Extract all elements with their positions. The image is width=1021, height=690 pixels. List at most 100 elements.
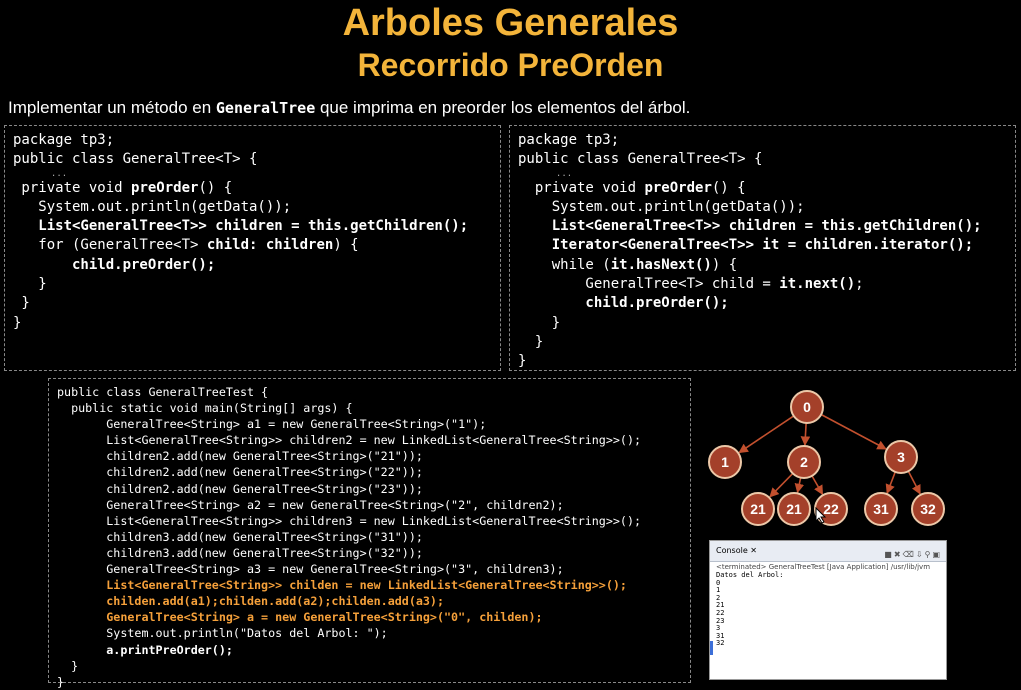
tree-node-label: 21 (786, 501, 802, 517)
code-token: preOrder (644, 179, 712, 196)
scroll-lock-icon[interactable]: ⇩ (916, 550, 925, 559)
code-token: it.hasNext() (610, 256, 712, 273)
code-token: while ( (518, 256, 611, 273)
code-block-for-loop: package tp3; public class GeneralTree<T> … (4, 125, 501, 371)
console-output: Datos del Arbol: 0 1 2 21 22 23 3 31 32 (710, 571, 946, 648)
instruction-after: que imprima en preorder los elementos de… (315, 98, 691, 117)
code-token: private void (518, 179, 645, 196)
code-line: a.printPreOrder(); (57, 642, 233, 657)
code-line: List<GeneralTree<String>> children2 = ne… (57, 433, 642, 448)
tree-node: 31 (864, 492, 898, 526)
instruction-text: Implementar un método en GeneralTree que… (8, 96, 690, 120)
code-token: preOrder (131, 179, 199, 196)
tree-node: 21 (777, 492, 811, 526)
code-line: List<GeneralTree<T>> children = this.get… (518, 218, 982, 235)
tree-edge (811, 475, 824, 496)
tree-node-label: 32 (920, 501, 936, 517)
tree-node: 0 (790, 390, 824, 424)
code-line: } (518, 333, 544, 350)
code-line: GeneralTree<String> a1 = new GeneralTree… (57, 417, 487, 432)
console-scroll-marker (710, 641, 713, 655)
code-line: package tp3; (13, 132, 115, 148)
code-token: GeneralTree<T> child = (518, 276, 780, 293)
code-token: private void (13, 179, 132, 196)
code-line: children3.add(new GeneralTree<String>("3… (57, 529, 423, 544)
code-line: while (it.hasNext()) { (518, 256, 982, 275)
code-line: private void preOrder() { (13, 179, 468, 198)
code-line: List<GeneralTree<String>> children3 = ne… (57, 513, 642, 528)
code-line: System.out.println(getData()); (518, 198, 805, 215)
console-toolbar: ■✖⌫⇩⚲▣ (884, 545, 942, 565)
code-line: public class GeneralTree<T> { (518, 151, 763, 168)
tree-edge (794, 477, 805, 494)
code-line: ... (518, 168, 573, 179)
code-line: } (518, 353, 527, 370)
tree-node-label: 21 (750, 501, 766, 517)
console-output-line: 22 (716, 608, 725, 617)
code-line: GeneralTree<String> a3 = new GeneralTree… (57, 562, 564, 577)
code-line: for (GeneralTree<T> child: children) { (13, 236, 468, 255)
code-line: ... (13, 168, 68, 179)
console-output-line: Datos del Arbol: (716, 571, 784, 579)
tree-edge (738, 415, 795, 454)
console-output-line: 31 (716, 631, 725, 640)
tree-node-label: 0 (803, 399, 811, 415)
code-line: } (13, 314, 22, 331)
code-line: childen.add(a1);childen.add(a2);childen.… (57, 594, 445, 609)
tree-node: 32 (911, 492, 945, 526)
slide-title: Arboles Generales (342, 2, 679, 44)
code-line: GeneralTree<String> a2 = new GeneralTree… (57, 497, 564, 512)
clear-icon[interactable]: ⌫ (903, 550, 916, 559)
instruction-before: Implementar un método en (8, 98, 216, 117)
remove-icon[interactable]: ✖ (894, 550, 903, 559)
slide-subtitle: Recorrido PreOrden (357, 47, 664, 83)
code-token: () { (711, 179, 746, 196)
console-output-line: 2 (716, 593, 721, 602)
code-line: children2.add(new GeneralTree<String>("2… (57, 465, 423, 480)
console-output-line: 0 (716, 578, 721, 587)
code-line: System.out.println("Datos del Arbol: "); (57, 626, 388, 641)
console-output-line: 1 (716, 586, 721, 595)
console-view: Console ✕ ■✖⌫⇩⚲▣ <terminated> GeneralTre… (709, 540, 947, 680)
code-line: } (518, 314, 561, 331)
code-block-test: public class GeneralTreeTest { public st… (48, 378, 691, 689)
tree-edge (800, 422, 811, 446)
code-line: public class GeneralTreeTest { (57, 385, 269, 399)
code-right: package tp3; public class GeneralTree<T> … (518, 131, 982, 372)
code-line: child.preOrder(); (518, 295, 729, 312)
terminate-icon[interactable]: ■ (884, 550, 894, 559)
console-output-line: 23 (716, 616, 725, 625)
code-line: List<GeneralTree<String>> childen = new … (57, 578, 627, 593)
console-output-line: 32 (716, 639, 725, 648)
code-token: for (GeneralTree<T> (13, 237, 207, 254)
code-block-iterator: package tp3; public class GeneralTree<T> … (509, 125, 1016, 371)
code-left: package tp3; public class GeneralTree<T> … (13, 131, 468, 333)
mouse-cursor-icon (815, 507, 827, 524)
open-console-icon[interactable]: ▣ (932, 550, 942, 559)
code-test: public class GeneralTreeTest { public st… (57, 384, 641, 690)
tree-node: 2 (787, 445, 821, 479)
tree-node: 21 (741, 492, 775, 526)
tree-edge (820, 413, 887, 450)
code-line: } (13, 295, 30, 312)
instruction-class-name: GeneralTree (215, 99, 316, 117)
code-line: } (57, 674, 65, 689)
code-token: () { (198, 179, 233, 196)
tree-node-label: 3 (897, 449, 905, 465)
code-line: package tp3; (518, 132, 620, 148)
code-token: child: children (206, 237, 334, 254)
code-line: List<GeneralTree<T>> children = this.get… (13, 218, 469, 235)
code-token: ) { (333, 237, 359, 254)
tree-node-label: 1 (721, 454, 729, 470)
console-output-line: 21 (716, 601, 725, 610)
code-line: GeneralTree<String> a = new GeneralTree<… (57, 610, 543, 625)
code-line: public class GeneralTree<T> { (13, 151, 258, 168)
console-tab[interactable]: Console ✕ (716, 546, 757, 555)
tree-diagram: 01 2 321 21 22 31 32 (708, 390, 945, 526)
code-line: } (57, 658, 79, 673)
tree-node: 1 (708, 445, 742, 479)
code-token: ; (855, 276, 864, 293)
code-line: children2.add(new GeneralTree<String>("2… (57, 481, 423, 496)
console-output-line: 3 (716, 624, 721, 633)
code-line: GeneralTree<T> child = it.next(); (518, 275, 982, 294)
